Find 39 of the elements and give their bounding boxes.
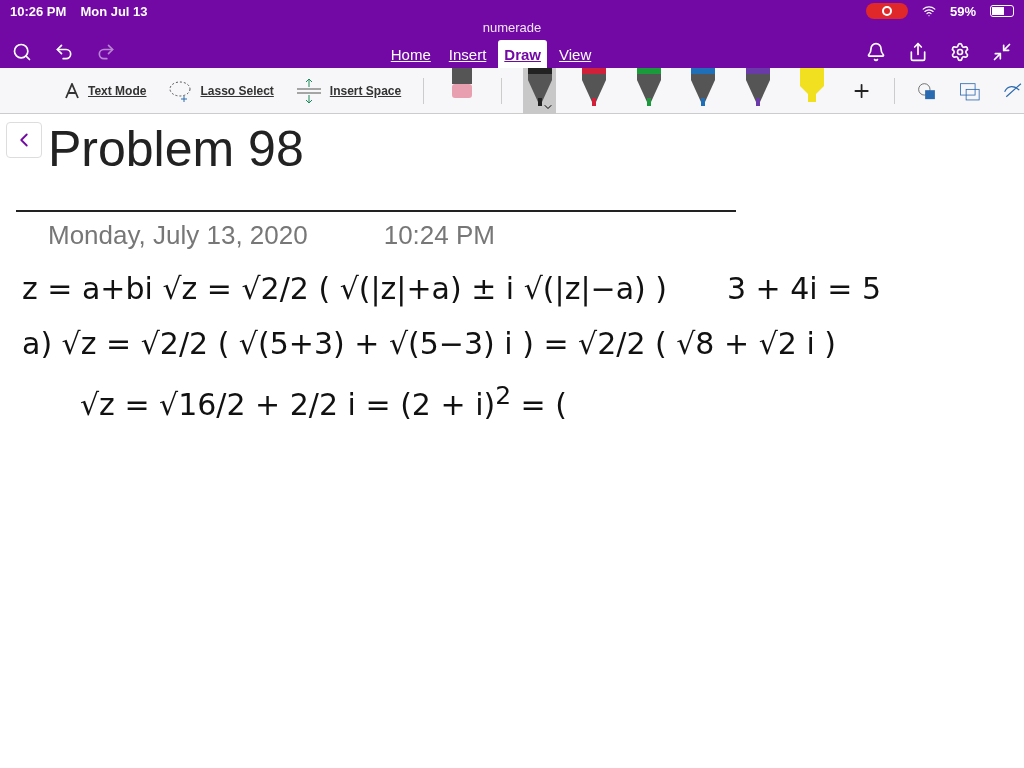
handwritten-math: z = a+bi √z = √2/2 ( √(|z|+a) ± i √(|z|−a) ): [22, 271, 667, 306]
ribbon-tool[interactable]: Text Mode: [64, 82, 147, 99]
insert-space-icon: [295, 77, 322, 104]
pen-icon: [691, 67, 716, 106]
handwritten-math: a) √z = √2/2 ( √(5+3) + √(5−3) i ) = √2/2 ( √8 + √2 i ): [22, 326, 836, 361]
search-icon[interactable]: [12, 41, 32, 62]
lasso-icon: [168, 79, 193, 102]
undo-icon[interactable]: [54, 41, 74, 62]
status-time: 10:26 PM: [10, 3, 67, 19]
handwritten-math: 3 + 4i = 5: [727, 271, 881, 306]
back-button[interactable]: [6, 122, 42, 158]
battery-percent: 59%: [949, 3, 976, 19]
eraser-icon: [451, 67, 474, 100]
ribbon-tab[interactable]: Draw: [498, 40, 547, 68]
page-date: Monday, July 13, 2020: [48, 220, 308, 251]
status-date: Mon Jul 13: [80, 3, 148, 19]
wifi-icon: [921, 4, 936, 18]
pen-icon: [745, 67, 770, 106]
page-title: Problem 98: [48, 124, 304, 174]
redo-icon[interactable]: [96, 41, 116, 62]
pen-button[interactable]: [523, 67, 556, 114]
handwritten-math: √z = √16/2 + 2/2 i = (2 + i)$^{2}$ = (: [80, 381, 567, 422]
share-icon[interactable]: [908, 41, 928, 62]
ribbon-tool[interactable]: Lasso Select: [168, 79, 274, 102]
ribbon-tab[interactable]: View: [553, 40, 598, 68]
collapse-icon[interactable]: [992, 41, 1012, 62]
ribbon-tab[interactable]: Home: [384, 40, 437, 68]
settings-icon[interactable]: [950, 41, 970, 62]
pen-icon: [582, 67, 607, 106]
notification-icon[interactable]: [866, 41, 886, 62]
pen-icon: [527, 67, 552, 106]
page-time: 10:24 PM: [383, 220, 495, 251]
highlighter-icon: [800, 67, 825, 104]
app-title: numerade: [481, 20, 543, 35]
letter-a-icon: [64, 82, 80, 99]
battery-icon: [990, 5, 1014, 17]
pen-icon: [636, 67, 661, 106]
ribbon-tab[interactable]: Insert: [442, 40, 493, 68]
ribbon-tool[interactable]: Insert Space: [295, 77, 402, 104]
